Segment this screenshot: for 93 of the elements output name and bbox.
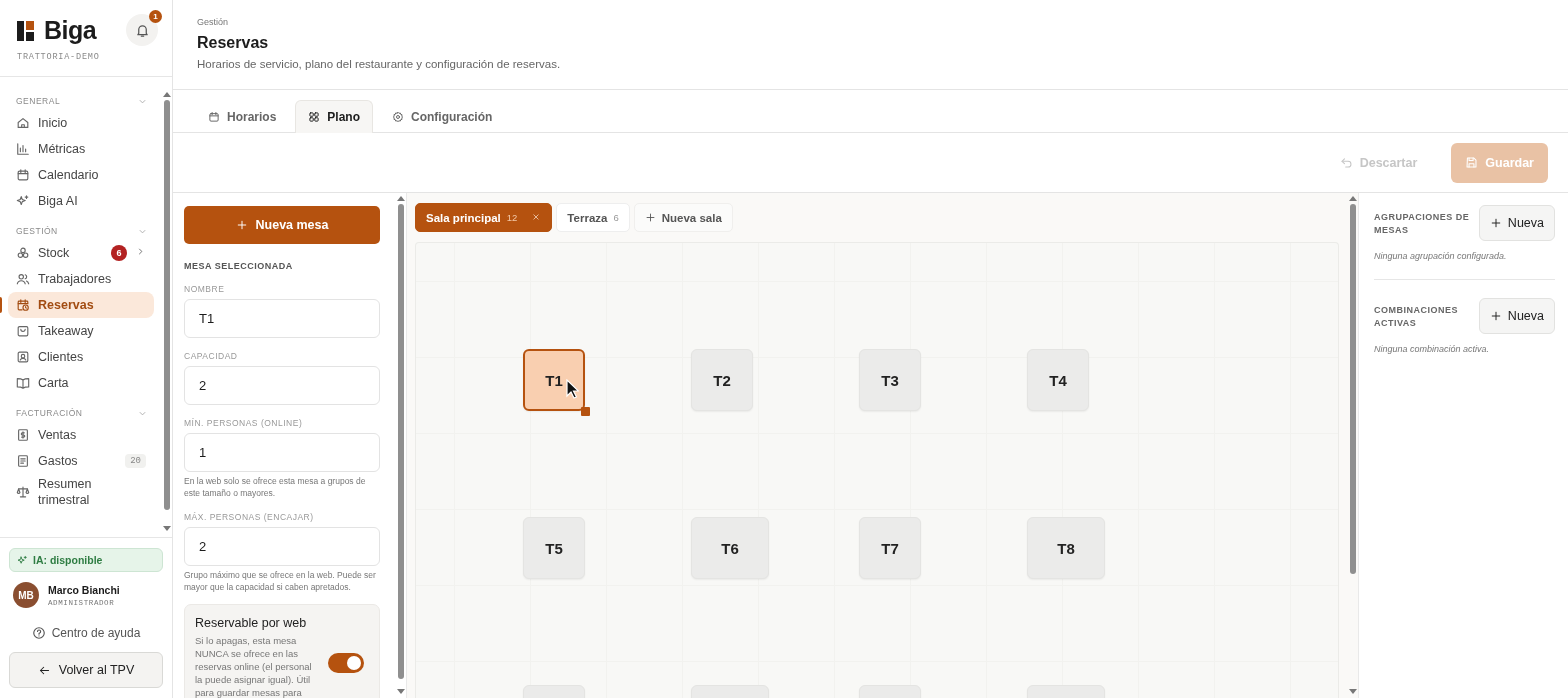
section-heading: COMBINACIONES ACTIVAS (1374, 304, 1459, 330)
new-button[interactable]: Nueva (1478, 205, 1555, 241)
section-heading: GENERAL (16, 96, 61, 106)
page-subtitle: Horarios de servicio, plano del restaurante y configuración de reservas. (197, 58, 562, 70)
home-icon (16, 116, 30, 130)
resize-handle[interactable] (581, 407, 590, 416)
field-label: CAPACIDAD (184, 351, 239, 361)
field-label: NOMBRE (184, 284, 226, 294)
new-table-button[interactable]: Nueva mesa (184, 206, 380, 244)
section-heading: MESA SELECCIONADA (184, 261, 294, 271)
contact-card-icon (16, 350, 30, 364)
section-heading: GESTIÓN (16, 226, 58, 236)
section-heading: FACTURACIÓN (16, 408, 83, 418)
grid-icon (308, 111, 321, 123)
tab[interactable]: Plano (295, 100, 374, 133)
open-book-icon (16, 376, 30, 390)
setting-title: Reservable por web (195, 616, 308, 630)
plus-icon (644, 212, 656, 223)
table-shape[interactable]: T3 (859, 349, 921, 411)
bell-icon (134, 22, 150, 38)
section-heading: AGRUPACIONES DE MESAS (1374, 211, 1471, 237)
ai-status: IA: disponible (9, 548, 163, 572)
empty-message: Ninguna combinación activa. (1374, 344, 1491, 354)
sidebar-item[interactable]: Métricas (8, 136, 154, 162)
table-shape[interactable]: T2 (691, 349, 753, 411)
table-shape[interactable]: T7 (859, 517, 921, 579)
settings-icon (392, 111, 405, 123)
table-shape[interactable]: T8 (1027, 517, 1105, 579)
room-tab[interactable]: Sala principal 12 (415, 203, 553, 232)
back-button[interactable]: Volver al TPV (9, 652, 163, 688)
notifications-button[interactable] (126, 14, 158, 46)
sparkle-icon (17, 554, 28, 566)
input-field[interactable]: 1 (184, 433, 380, 472)
sidebar-item[interactable]: Clientes (8, 344, 154, 370)
receipt-icon (16, 428, 30, 442)
user-name: Marco Bianchi (48, 583, 120, 596)
undo-icon (1339, 156, 1353, 169)
plus-icon (235, 219, 248, 231)
table-shape[interactable]: T1 (523, 349, 585, 411)
sidebar-item[interactable]: Trabajadores (8, 266, 154, 292)
help-link[interactable]: Centro de ayuda (9, 618, 163, 652)
input-field[interactable]: T1 (184, 299, 380, 338)
cursor-icon (566, 379, 579, 399)
calendar-icon (16, 168, 30, 182)
calendar-icon (208, 111, 220, 123)
field-label: MÍN. PERSONAS (ONLINE) (184, 418, 304, 428)
field-hint: En la web solo se ofrece esta mesa a grupos de este tamaño o mayores. (184, 475, 367, 499)
item-count: 20 (125, 454, 146, 468)
breadcrumb: Gestión (197, 17, 230, 27)
field-label: MÁX. PERSONAS (ENCAJAR) (184, 512, 315, 522)
avatar: MB (13, 582, 39, 608)
sidebar-item[interactable]: Stock 6 (8, 240, 154, 266)
sidebar-item[interactable]: Biga AI (8, 188, 154, 214)
sidebar-item[interactable]: Takeaway (8, 318, 154, 344)
room-tab[interactable]: Terraza 6 (556, 203, 630, 232)
sparkle-icon (16, 194, 30, 208)
new-room-button[interactable]: Nueva sala (633, 203, 733, 232)
tab[interactable]: Configuración (379, 100, 506, 133)
notification-count: 1 (149, 10, 162, 23)
brand-name: Biga (44, 16, 97, 45)
sidebar-item[interactable]: Gastos 20 (8, 448, 154, 474)
boxes-icon (16, 246, 30, 260)
bar-chart-icon (16, 142, 30, 156)
table-shape[interactable]: T4 (1027, 349, 1089, 411)
workspace-name: TRATTORIA-DEMO (0, 46, 172, 77)
floor-plan-canvas[interactable]: T1 T2 T3 T4 T5 T6 T7 T8 (415, 242, 1339, 698)
table-shape[interactable]: T6 (691, 517, 769, 579)
input-field[interactable]: 2 (184, 527, 380, 566)
calendar-clock-icon (16, 298, 30, 312)
people-icon (16, 272, 30, 286)
page-title: Reservas (197, 34, 270, 52)
plus-icon (1489, 310, 1502, 322)
setting-description: Si lo apagas, esta mesa NUNCA se ofrece en las reservas online (el personal la puede asignar igual). Útil para guardar mesas para (195, 634, 313, 698)
sidebar-item[interactable]: Carta (8, 370, 154, 396)
sidebar-item[interactable]: Ventas (8, 422, 154, 448)
save-icon (1465, 156, 1479, 169)
alert-count: 6 (111, 245, 127, 261)
plus-icon (1489, 217, 1502, 229)
shopping-bag-icon (16, 324, 30, 338)
sidebar-item[interactable]: Inicio (8, 110, 154, 136)
new-button[interactable]: Nueva (1478, 298, 1555, 334)
field-hint: Grupo máximo que se ofrece en la web. Puede ser mayor que la capacidad si caben apretados. (184, 569, 377, 593)
empty-message: Ninguna agrupación configurada. (1374, 251, 1508, 261)
toggle-switch[interactable] (328, 653, 364, 673)
sidebar-item[interactable]: Resumen trimestral (8, 474, 154, 510)
input-field[interactable]: 2 (184, 366, 380, 405)
table-shape[interactable]: T5 (523, 517, 585, 579)
tab[interactable]: Horarios (195, 100, 290, 133)
close-icon (531, 211, 542, 222)
scale-icon (16, 485, 30, 499)
help-icon (31, 626, 46, 640)
document-icon (16, 454, 30, 468)
sidebar-item[interactable]: Calendario (8, 162, 154, 188)
